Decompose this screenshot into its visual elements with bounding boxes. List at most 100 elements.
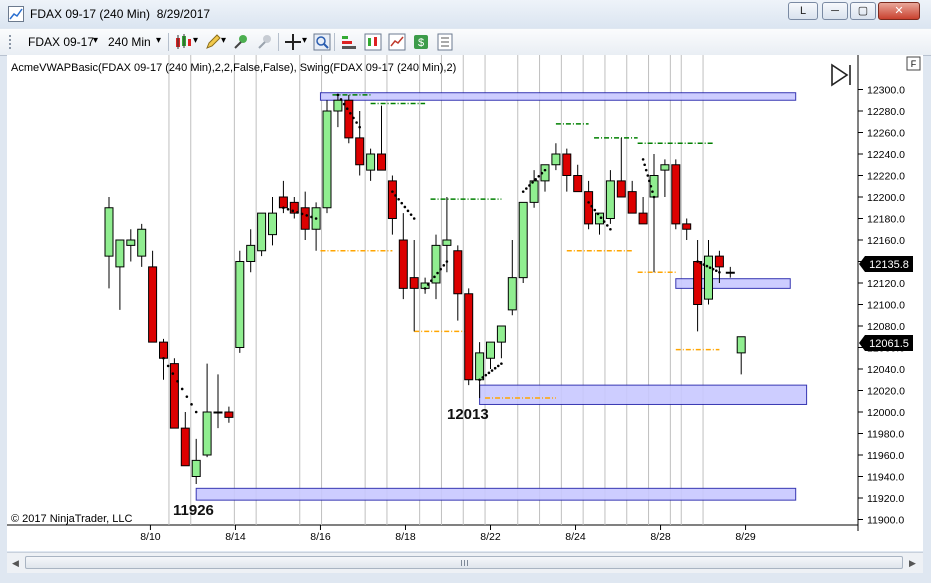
vwap-dot — [310, 215, 313, 219]
crosshair-icon[interactable] — [284, 33, 302, 51]
instrument-selector[interactable]: FDAX 09-17 — [28, 35, 94, 49]
vwap-dot — [525, 187, 528, 190]
y-tick-label: 12200.0 — [867, 192, 905, 204]
chart-panel[interactable]: 12300.0 12280.0 12260.0 12240.0 12220.0 12200… — [7, 55, 923, 551]
vwap-dot — [305, 214, 309, 217]
y-tick-label: 12240.0 — [867, 149, 905, 161]
candle-body — [736, 336, 746, 354]
vwap-dot — [705, 264, 709, 268]
indicator-label: AcmeVWAPBasic(FDAX 09-17 (240 Min),2,2,F… — [11, 62, 456, 74]
y-tick-label: 12020.0 — [867, 386, 905, 398]
scroll-left-icon[interactable]: ◀ — [12, 558, 19, 569]
candle-body — [660, 164, 670, 171]
vwap-dot — [345, 107, 349, 110]
candle-body — [529, 180, 539, 203]
candle-body — [213, 411, 223, 414]
x-tick-label: 8/14 — [225, 531, 246, 543]
vwap-dot — [593, 208, 597, 212]
vwap-dot — [718, 270, 721, 274]
pencil-draw-icon[interactable] — [204, 33, 222, 51]
price-zone-rectangle — [675, 278, 791, 289]
vwap-dot — [602, 220, 606, 223]
y-tick-label: 12080.0 — [867, 321, 905, 333]
vwap-dot — [439, 267, 442, 271]
candle-body — [377, 153, 386, 171]
toolbar-separator — [278, 33, 279, 51]
price-zone-rectangle — [319, 92, 797, 101]
candle-body — [278, 196, 288, 209]
vwap-dot — [702, 263, 706, 266]
vwap-dot — [490, 369, 494, 372]
bar-type-icon[interactable] — [174, 33, 192, 51]
candle-body — [725, 271, 735, 274]
pin-disabled-icon[interactable] — [256, 33, 274, 51]
vwap-dot — [291, 209, 295, 213]
link-button[interactable]: L — [788, 2, 818, 20]
candle-body — [693, 261, 703, 305]
candle-body — [257, 212, 267, 252]
vwap-dot — [185, 395, 189, 398]
vwap-dot — [543, 168, 547, 172]
chart-app-icon — [8, 6, 24, 22]
indicators-icon[interactable] — [364, 33, 382, 51]
interval-selector[interactable]: 240 Min — [108, 35, 151, 49]
candle-body — [595, 212, 604, 225]
y-tick-label: 11900.0 — [867, 515, 904, 527]
vwap-dot — [286, 207, 290, 211]
data-series-icon[interactable] — [340, 33, 358, 51]
candle-body — [126, 239, 136, 246]
chevron-down-icon[interactable]: ▾ — [193, 35, 198, 46]
scroll-right-icon[interactable]: ▶ — [909, 558, 916, 569]
candle-body — [148, 266, 158, 343]
vwap-dot — [537, 174, 541, 178]
candle-body — [496, 325, 506, 343]
y-tick-label: 11920.0 — [867, 493, 904, 505]
horizontal-scrollbar[interactable]: ◀ ▶ — [7, 552, 923, 573]
y-tick-label: 12260.0 — [867, 128, 905, 140]
vwap-dot — [355, 121, 358, 124]
vwap-dot — [648, 179, 651, 183]
candle-body — [224, 411, 234, 418]
price-chart[interactable]: 12300.0 12280.0 12260.0 12240.0 12220.0 12200… — [7, 55, 923, 551]
properties-icon[interactable] — [436, 33, 454, 51]
candle-body — [453, 250, 463, 295]
y-tick-label: 11960.0 — [867, 450, 904, 462]
title-bar[interactable]: FDAX 09-17 (240 Min) 8/29/2017 L ─ ▢ ✕ — [0, 0, 931, 28]
vwap-dot — [484, 373, 488, 377]
x-tick-label: 8/28 — [650, 531, 671, 543]
minimize-button[interactable]: ─ — [822, 2, 848, 20]
candle-body — [387, 180, 397, 219]
chevron-down-icon[interactable]: ▾ — [221, 35, 226, 46]
vwap-dot — [166, 364, 170, 368]
scroll-to-end-icon[interactable] — [831, 63, 851, 87]
zoom-icon[interactable] — [313, 33, 331, 51]
close-button[interactable]: ✕ — [878, 2, 920, 20]
current-price-marker: 12135.8 — [859, 256, 913, 272]
vwap-dot — [696, 260, 699, 263]
chevron-down-icon[interactable]: ▾ — [302, 35, 307, 46]
window-title: FDAX 09-17 (240 Min) 8/29/2017 — [30, 7, 211, 21]
dollar-icon[interactable]: $ — [412, 33, 430, 51]
vwap-dot — [651, 190, 654, 193]
vwap-dot — [599, 216, 603, 220]
toolbar-grip-icon — [9, 35, 11, 49]
candle-body — [246, 244, 256, 262]
scroll-thumb[interactable] — [25, 556, 903, 569]
strategies-icon[interactable] — [388, 33, 406, 51]
chevron-down-icon[interactable]: ▾ — [156, 35, 161, 46]
maximize-button[interactable]: ▢ — [850, 2, 876, 20]
pin-icon[interactable] — [232, 33, 250, 51]
candle-body — [605, 180, 615, 219]
vwap-dot — [521, 190, 525, 193]
vwap-dot — [596, 212, 600, 216]
x-tick-label: 8/18 — [395, 531, 416, 543]
vwap-dot — [487, 371, 491, 375]
vwap-dot — [534, 178, 537, 181]
candle-body — [584, 191, 594, 225]
vwap-dot — [176, 379, 179, 383]
y-tick-label: 12000.0 — [867, 407, 905, 419]
vwap-dot — [445, 260, 449, 263]
chevron-down-icon[interactable]: ▾ — [93, 35, 98, 46]
vwap-dot — [587, 201, 590, 204]
candle-body — [486, 341, 495, 359]
